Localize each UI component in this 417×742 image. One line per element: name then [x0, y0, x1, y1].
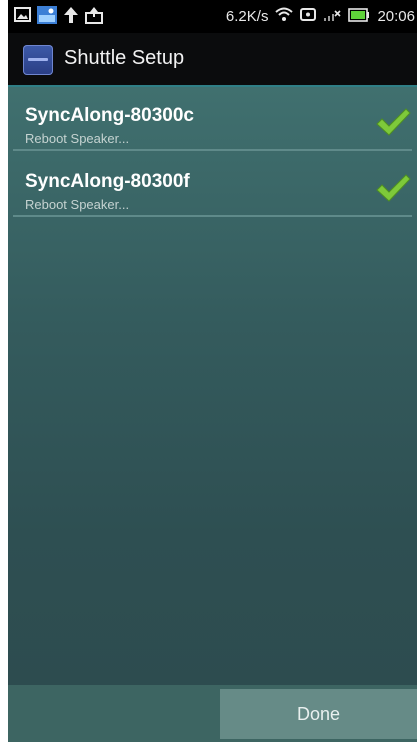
- checkmark-icon: [375, 107, 411, 139]
- divider: [13, 149, 412, 151]
- upload-arrow-icon: [63, 6, 79, 28]
- wifi-icon: [275, 7, 294, 26]
- nfc-icon: [300, 7, 317, 26]
- signal-icon: [323, 7, 342, 26]
- device-name: SyncAlong-80300f: [25, 171, 190, 192]
- photo-app-icon: [37, 5, 57, 28]
- device-name: SyncAlong-80300c: [25, 105, 194, 126]
- share-icon: [85, 6, 103, 28]
- device-list: SyncAlong-80300c Reboot Speaker... SyncA…: [8, 87, 417, 685]
- syncalong-app-icon[interactable]: [23, 45, 53, 75]
- list-item[interactable]: SyncAlong-80300c Reboot Speaker...: [8, 87, 417, 151]
- divider: [13, 215, 412, 217]
- device-status: Reboot Speaker...: [25, 197, 130, 212]
- network-speed: 6.2K/s: [225, 8, 269, 25]
- checkmark-icon: [375, 173, 411, 205]
- clock: 20:06: [377, 8, 415, 25]
- battery-icon: [348, 7, 370, 26]
- phone-screen: 6.2K/s 20:06 Shuttle Setup SyncAlong-803…: [8, 0, 417, 742]
- page-title: Shuttle Setup: [64, 47, 185, 69]
- status-bar: 6.2K/s 20:06: [8, 0, 417, 33]
- bottom-bar: Done: [8, 685, 417, 742]
- done-button[interactable]: Done: [220, 689, 417, 739]
- list-item[interactable]: SyncAlong-80300f Reboot Speaker...: [8, 153, 417, 217]
- device-status: Reboot Speaker...: [25, 131, 130, 146]
- image-icon: [14, 7, 31, 26]
- action-bar: Shuttle Setup: [8, 33, 417, 87]
